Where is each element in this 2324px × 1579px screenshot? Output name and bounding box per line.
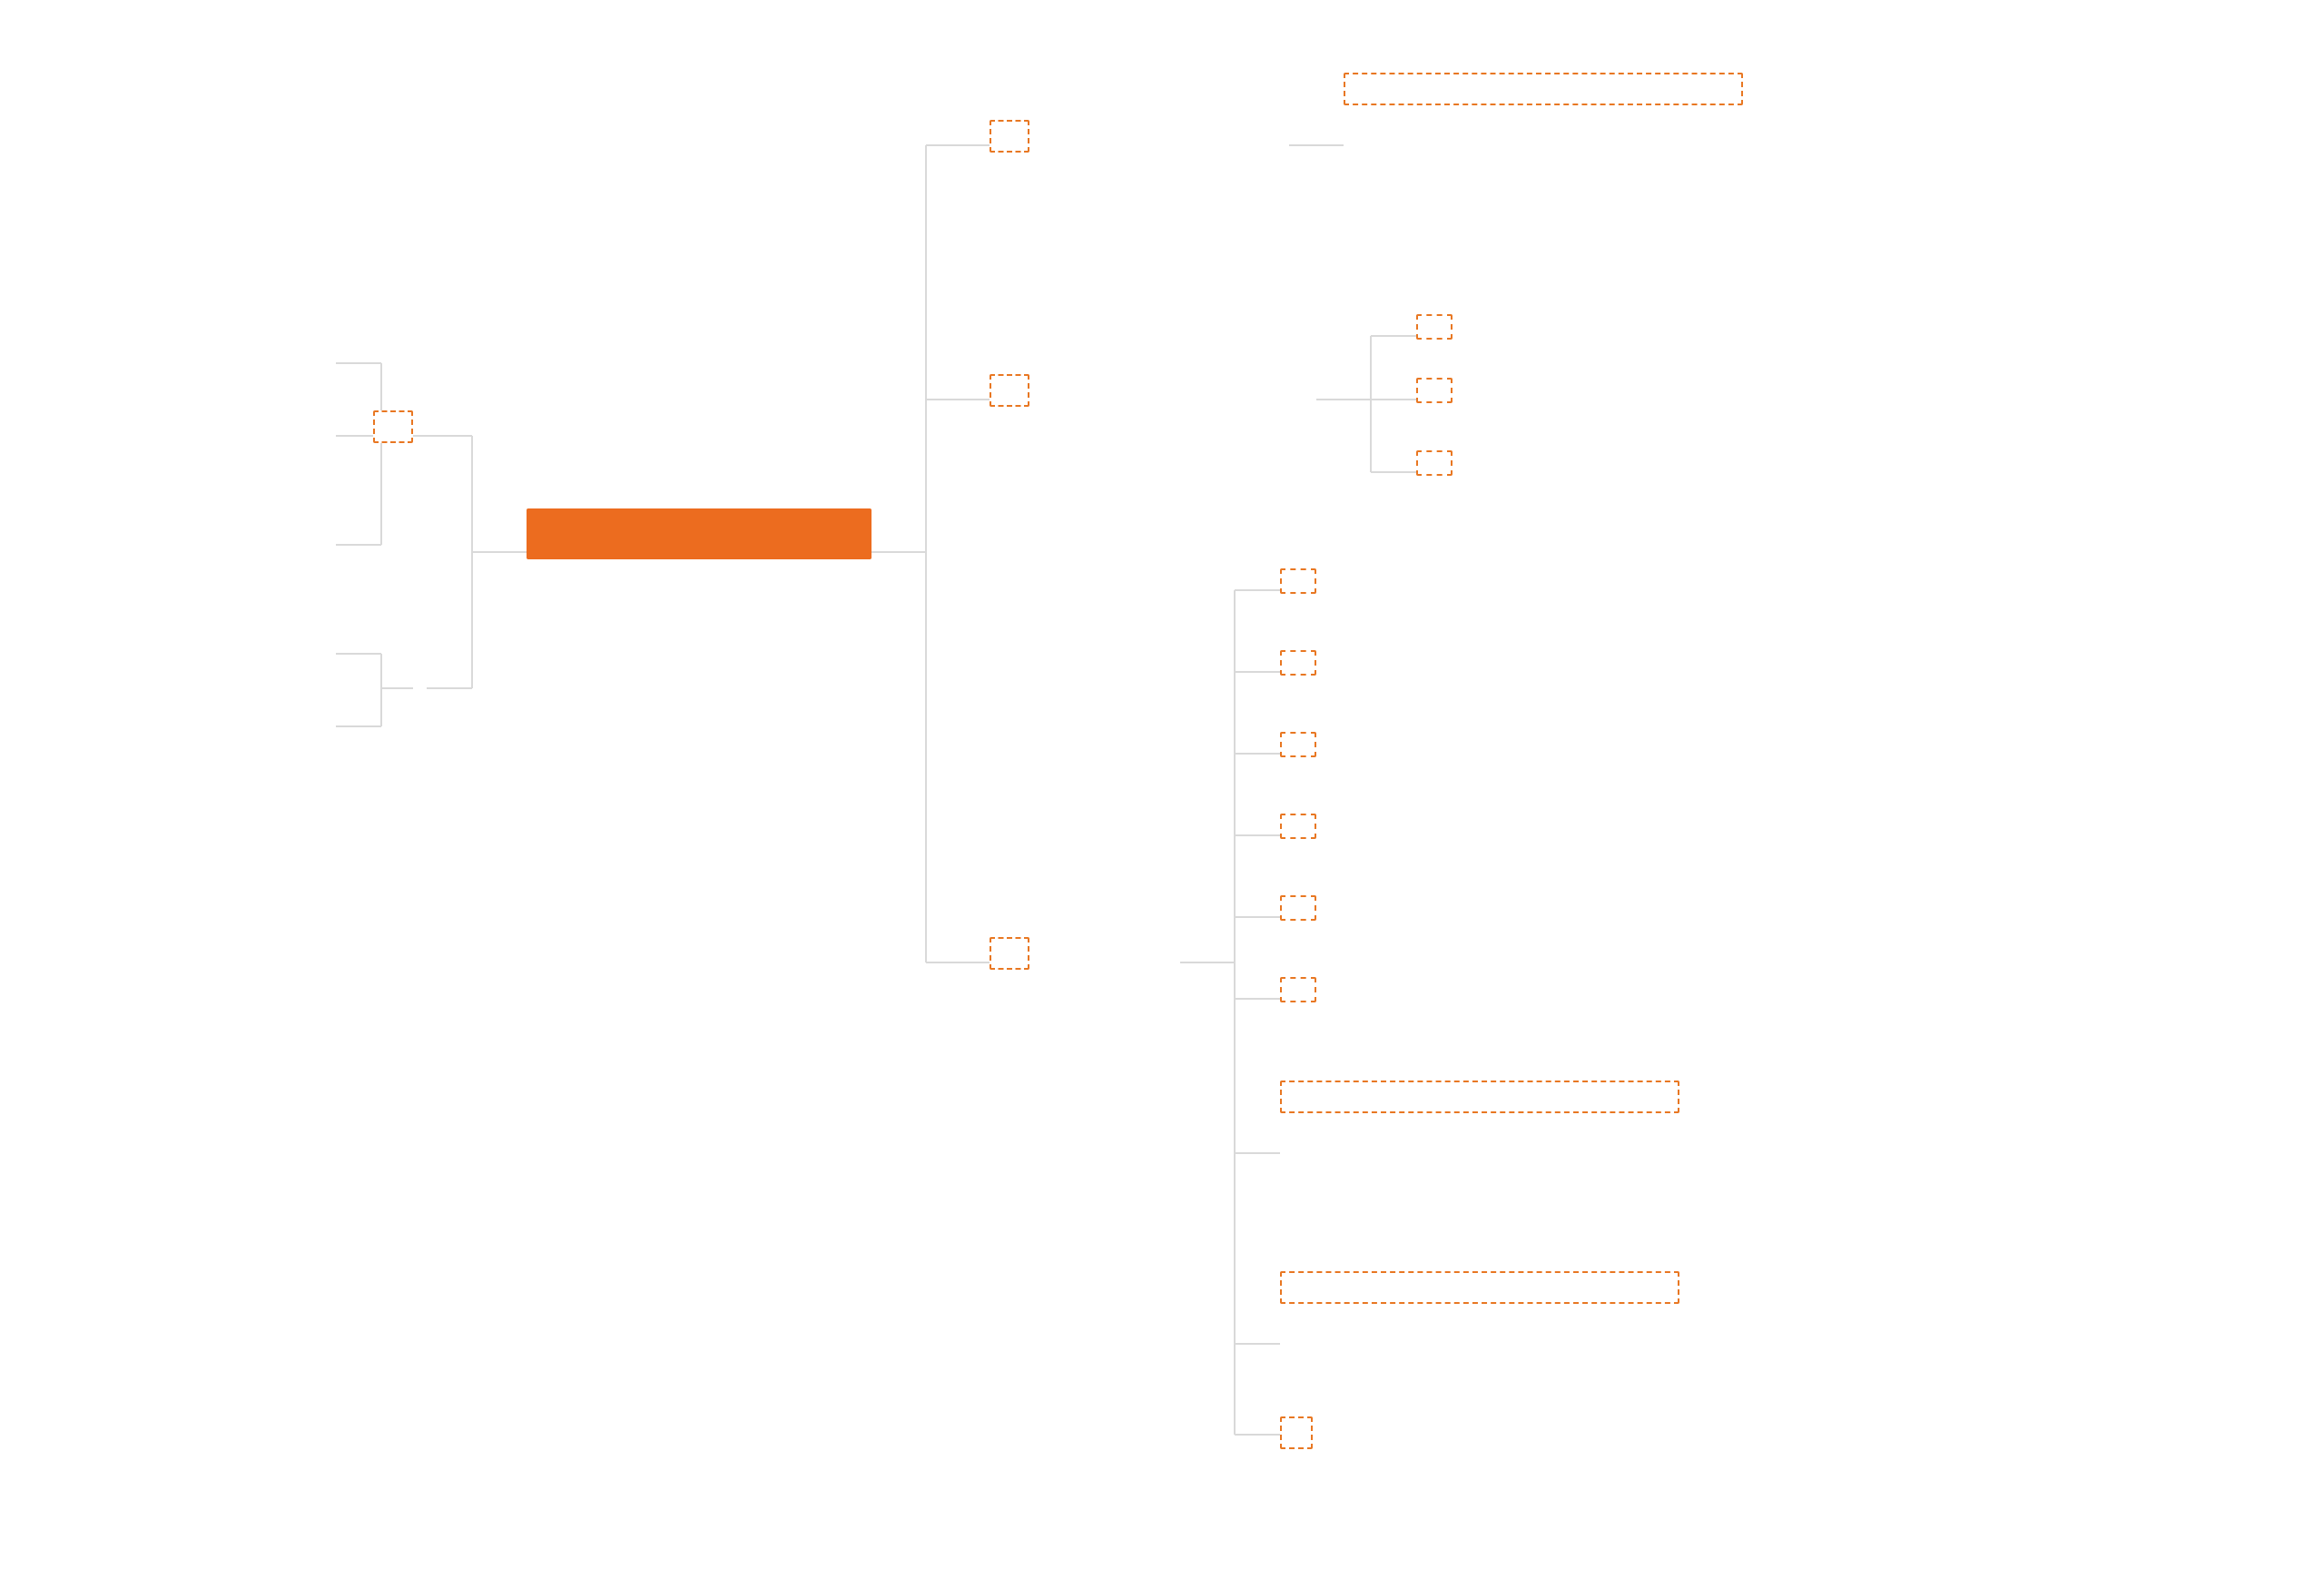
branch-5-child-1: [1280, 568, 1316, 594]
branch-5-note-1: [1280, 1081, 1679, 1113]
branch-5: [990, 937, 1029, 970]
branch-1-detail: [1344, 73, 1743, 105]
branch-5-child-4: [1280, 814, 1316, 839]
branch-1: [990, 120, 1029, 153]
branch-2: [373, 410, 413, 443]
branch-5-empty: [1280, 1416, 1313, 1449]
branch-3-child-2: [1416, 378, 1452, 403]
root-node: [527, 508, 872, 559]
branch-5-child-6: [1280, 977, 1316, 1002]
branch-3-child-3: [1416, 450, 1452, 476]
connector-lines: [0, 0, 2324, 1579]
branch-5-child-2: [1280, 650, 1316, 676]
branch-5-child-5: [1280, 895, 1316, 921]
branch-5-child-3: [1280, 732, 1316, 757]
branch-5-note-2: [1280, 1271, 1679, 1304]
branch-3: [990, 374, 1029, 407]
branch-3-child-1: [1416, 314, 1452, 340]
